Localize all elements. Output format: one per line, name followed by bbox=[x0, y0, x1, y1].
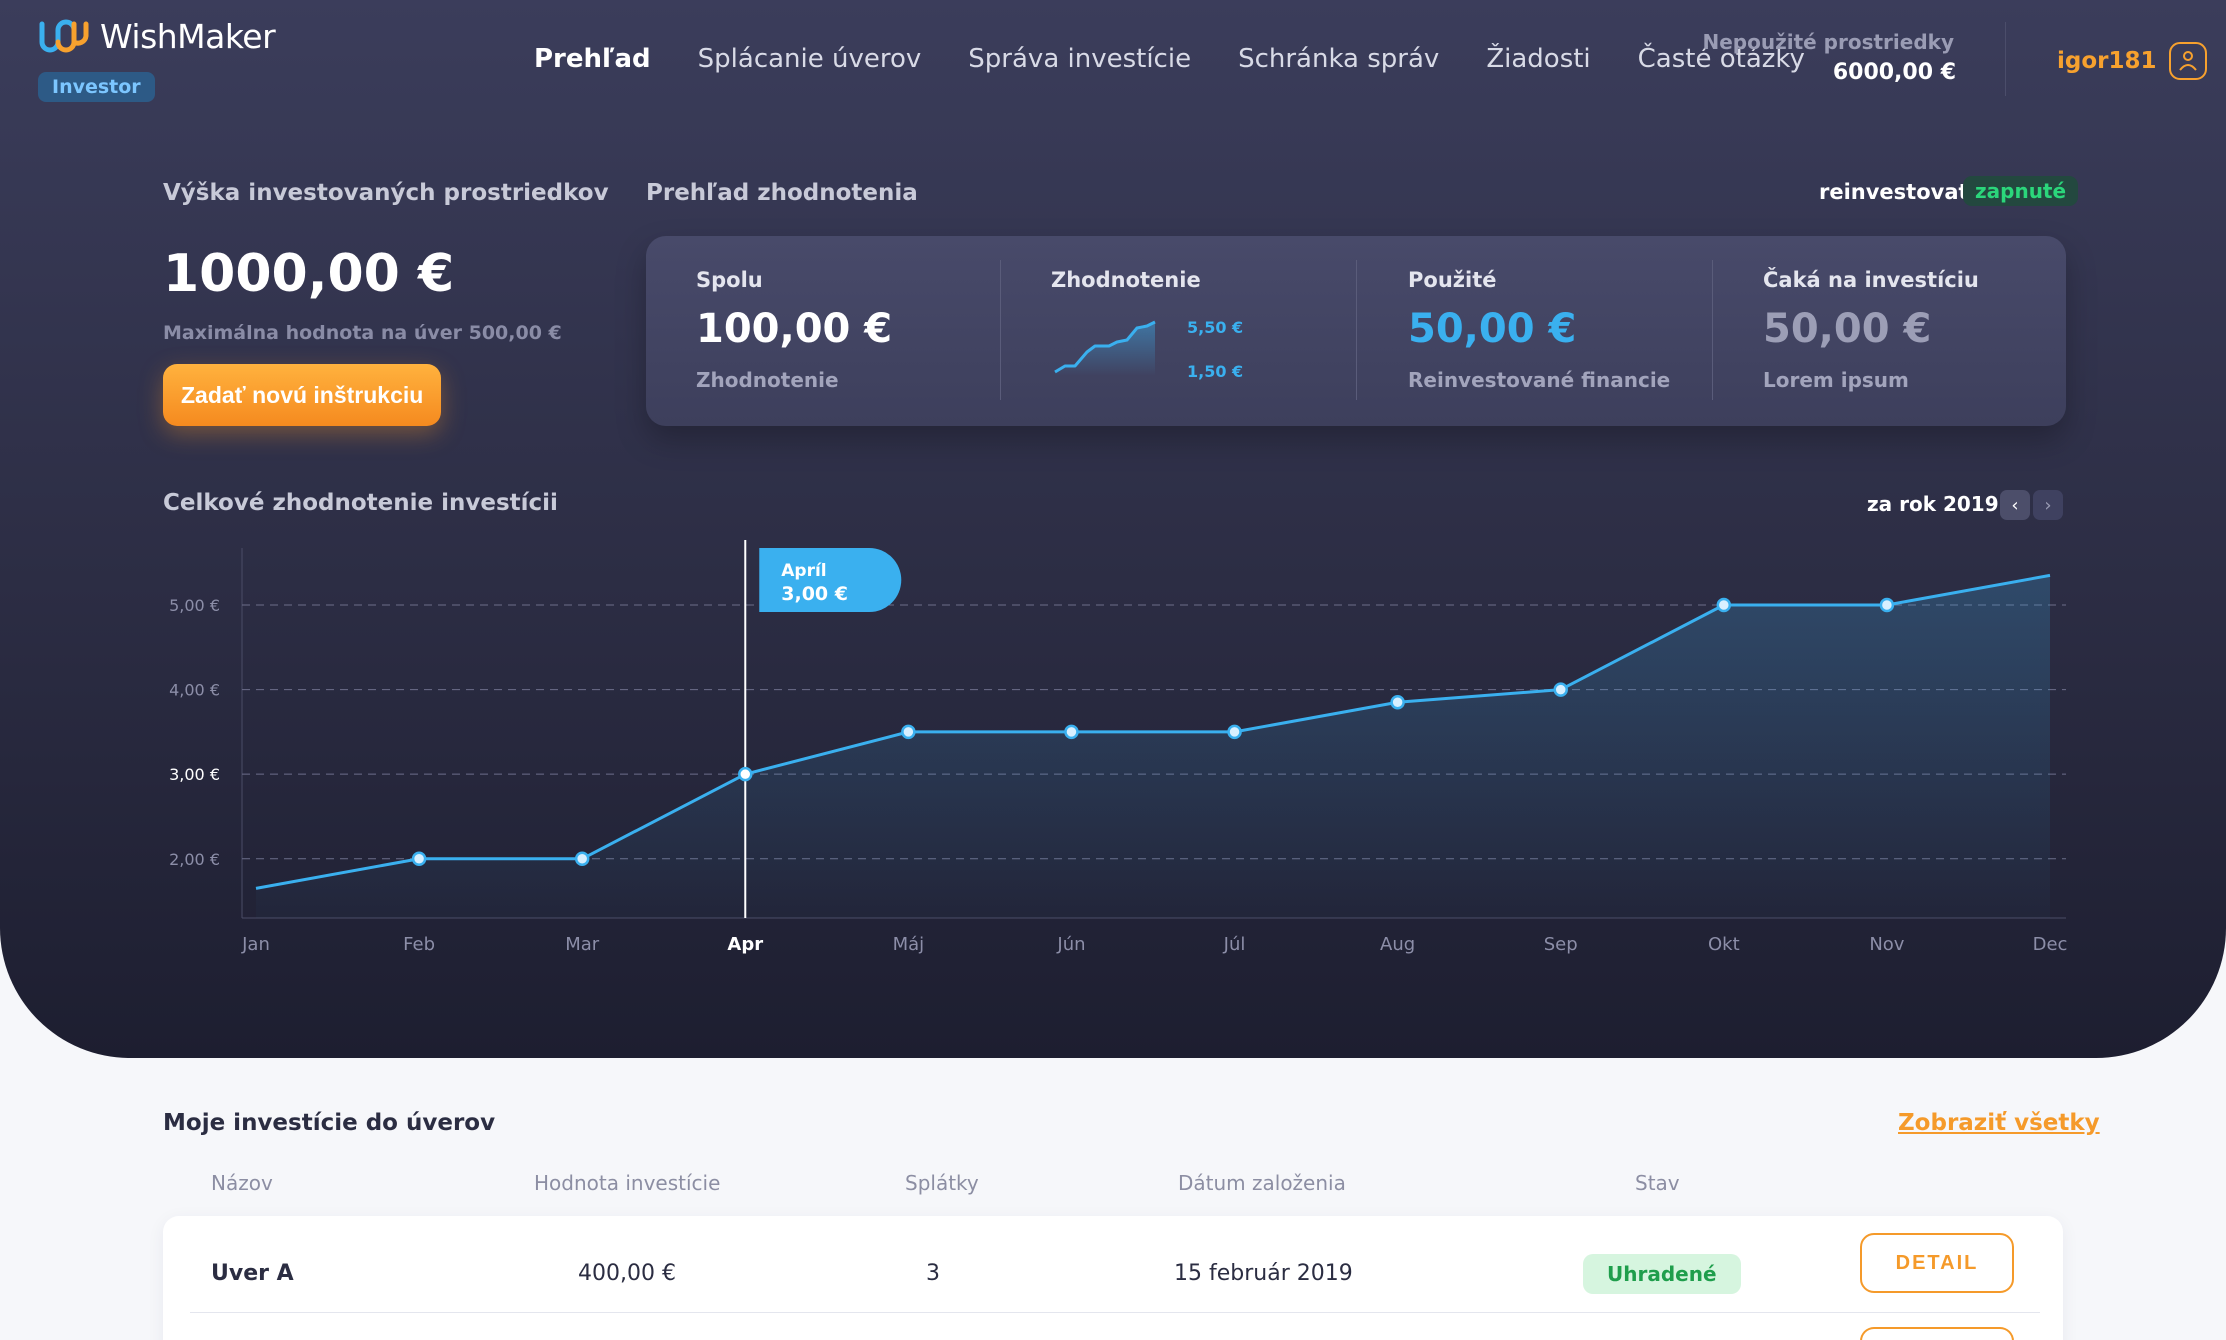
new-instruction-button[interactable]: Zadať novú inštrukciu bbox=[163, 364, 442, 426]
stat-appreciation-label: Zhodnotenie bbox=[1051, 268, 1201, 292]
x-tick-label: Mar bbox=[565, 934, 600, 955]
chart-period: za rok 2019 bbox=[1867, 492, 1999, 516]
detail-button[interactable]: DETAIL bbox=[1860, 1233, 2014, 1293]
stat-used: Použité 50,00 € Reinvestované financie bbox=[1408, 236, 1708, 426]
column-header-status: Stav bbox=[1635, 1171, 1680, 1195]
row-divider bbox=[190, 1312, 2040, 1313]
y-tick-label: 5,00 € bbox=[169, 596, 220, 615]
stat-divider bbox=[1000, 260, 1001, 400]
data-point bbox=[1879, 597, 1895, 613]
user-menu[interactable]: igor181 bbox=[2057, 42, 2207, 80]
stat-total-sub: Zhodnotenie bbox=[696, 368, 839, 392]
stat-waiting-value: 50,00 € bbox=[1763, 306, 1932, 352]
y-tick-label: 2,00 € bbox=[169, 850, 220, 869]
invested-title: Výška investovaných prostriedkov bbox=[163, 180, 609, 206]
overview-title: Prehľad zhodnotenia bbox=[646, 180, 918, 206]
stat-used-label: Použité bbox=[1408, 268, 1497, 292]
table-row bbox=[163, 1216, 2063, 1340]
role-badge: Investor bbox=[38, 72, 155, 102]
x-tick-label: Nov bbox=[1869, 934, 1904, 955]
appreciation-sparkline bbox=[1054, 320, 1156, 376]
nav-item-prehlad[interactable]: Prehľad bbox=[534, 44, 651, 74]
reinvest-toggle[interactable]: zapnuté bbox=[1963, 176, 2079, 206]
column-header-amount: Hodnota investície bbox=[534, 1171, 721, 1195]
stat-appreciation: Zhodnotenie 5,50 € 1,50 € bbox=[1051, 236, 1351, 426]
x-tick-label: Júl bbox=[1223, 934, 1246, 955]
unused-funds-value: 6000,00 € bbox=[1832, 60, 1956, 85]
tooltip-label: Apríl bbox=[781, 561, 826, 581]
overview-card: Spolu 100,00 € Zhodnotenie Zhodnotenie 5… bbox=[646, 236, 2066, 426]
nav-item-schranka-sprav[interactable]: Schránka správ bbox=[1238, 44, 1439, 74]
chart-title: Celkové zhodnotenie investícii bbox=[163, 490, 558, 516]
brand-name: WishMaker bbox=[100, 16, 276, 56]
y-tick-label: 3,00 € bbox=[169, 765, 220, 784]
invested-amount: 1000,00 € bbox=[163, 244, 455, 304]
reinvest-label: reinvestovať bbox=[1819, 180, 1969, 204]
brand-logo[interactable]: WishMaker bbox=[38, 16, 276, 56]
data-point bbox=[1390, 695, 1405, 710]
data-point bbox=[1716, 597, 1732, 613]
main-nav: Prehľad Splácanie úverov Správa investíc… bbox=[534, 44, 1805, 74]
status-badge: Uhradené bbox=[1583, 1254, 1741, 1294]
stat-used-sub: Reinvestované financie bbox=[1408, 368, 1671, 392]
data-point bbox=[738, 766, 753, 782]
see-all-link[interactable]: Zobraziť všetky bbox=[1898, 1110, 2100, 1136]
sparkline-min-label: 1,50 € bbox=[1187, 362, 1244, 381]
stat-divider bbox=[1356, 260, 1357, 400]
x-tick-label: Máj bbox=[893, 934, 925, 955]
investment-chart: 5,00 € 4,00 € 3,00 € 2,00 € Jan Feb Mar Apr Máj J… bbox=[169, 540, 2068, 955]
unused-funds-label: Nepoužité prostriedky bbox=[1702, 30, 1954, 54]
column-header-name: Názov bbox=[211, 1171, 273, 1195]
loan-installments: 3 bbox=[926, 1261, 940, 1286]
chevron-right-icon[interactable]: › bbox=[2033, 490, 2063, 520]
nav-item-splacanie-uverov[interactable]: Splácanie úverov bbox=[698, 44, 922, 74]
sparkline-max-label: 5,50 € bbox=[1187, 318, 1244, 337]
data-point bbox=[1227, 724, 1242, 740]
x-tick-label: Dec bbox=[2033, 934, 2068, 955]
stat-used-value: 50,00 € bbox=[1408, 306, 1577, 352]
x-tick-label: Okt bbox=[1708, 934, 1740, 955]
x-tick-label: Jún bbox=[1056, 934, 1085, 955]
data-point bbox=[1553, 682, 1568, 697]
max-loan-note: Maximálna hodnota na úver 500,00 € bbox=[163, 322, 562, 344]
nav-item-ziadosti[interactable]: Žiadosti bbox=[1486, 44, 1590, 74]
investments-title: Moje investície do úverov bbox=[163, 1110, 496, 1136]
data-point bbox=[574, 851, 590, 867]
x-tick-label: Apr bbox=[727, 934, 763, 955]
series-area bbox=[256, 575, 2050, 918]
header-divider bbox=[2005, 22, 2006, 96]
x-tick-label: Sep bbox=[1544, 934, 1578, 955]
hero-panel: WishMaker Investor Prehľad Splácanie úve… bbox=[0, 0, 2226, 1058]
x-tick-label: Jan bbox=[241, 934, 270, 955]
stat-total: Spolu 100,00 € Zhodnotenie bbox=[696, 236, 996, 426]
tooltip-value: 3,00 € bbox=[781, 583, 848, 605]
data-point bbox=[411, 851, 427, 867]
loan-name: Uver A bbox=[211, 1261, 294, 1286]
user-avatar-icon[interactable] bbox=[2168, 42, 2207, 80]
loan-amount: 400,00 € bbox=[578, 1261, 676, 1286]
x-tick-label: Aug bbox=[1380, 934, 1415, 955]
stat-waiting-label: Čaká na investíciu bbox=[1763, 268, 1979, 292]
stat-waiting: Čaká na investíciu 50,00 € Lorem ipsum bbox=[1763, 236, 2063, 426]
stat-waiting-sub: Lorem ipsum bbox=[1763, 368, 1909, 392]
y-tick-label: 4,00 € bbox=[169, 681, 220, 700]
loan-date: 15 február 2019 bbox=[1174, 1261, 1353, 1286]
nav-item-sprava-investicie[interactable]: Správa investície bbox=[968, 44, 1191, 74]
detail-button[interactable] bbox=[1860, 1327, 2014, 1340]
chevron-left-icon[interactable]: ‹ bbox=[2000, 490, 2030, 520]
data-point bbox=[901, 724, 916, 740]
wishmaker-logo-icon bbox=[39, 19, 89, 53]
stat-total-value: 100,00 € bbox=[696, 306, 893, 352]
data-point bbox=[1064, 724, 1079, 740]
username: igor181 bbox=[2057, 48, 2157, 74]
column-header-installments: Splátky bbox=[905, 1171, 979, 1195]
column-header-date: Dátum založenia bbox=[1178, 1171, 1346, 1195]
x-tick-label: Feb bbox=[403, 934, 435, 955]
stat-total-label: Spolu bbox=[696, 268, 763, 292]
stat-divider bbox=[1712, 260, 1713, 400]
